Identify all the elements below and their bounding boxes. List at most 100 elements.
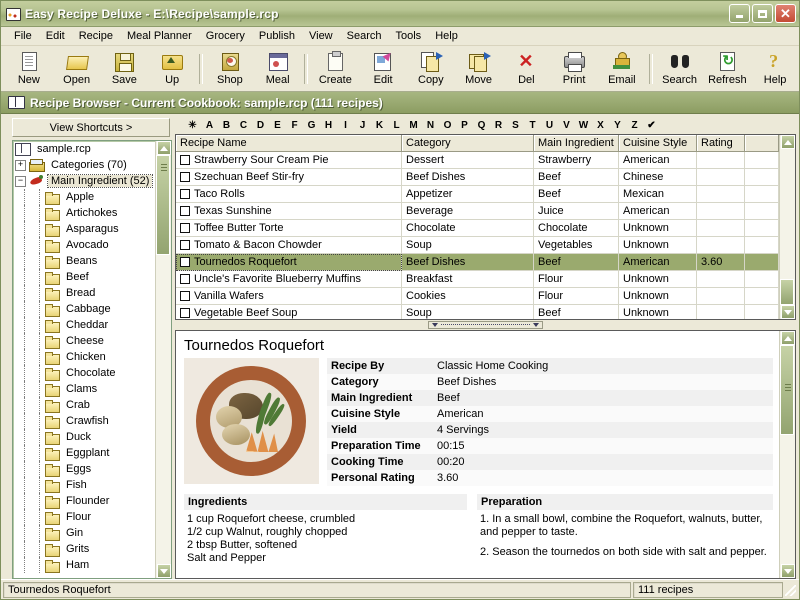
tree-leaf-cheddar[interactable]: Cheddar — [13, 317, 155, 333]
splitter-collapse-up-icon[interactable] — [432, 323, 438, 327]
alpha-filter-c[interactable]: C — [235, 120, 252, 131]
alpha-filter-g[interactable]: G — [303, 120, 320, 131]
table-row[interactable]: Szechuan Beef Stir-fry Beef Dishes Beef Chi… — [176, 169, 779, 186]
table-row[interactable]: Tomato & Bacon Chowder Soup Vegetables Unkn… — [176, 237, 779, 254]
row-checkbox[interactable] — [180, 206, 190, 216]
tree-leaf-crab[interactable]: Crab — [13, 397, 155, 413]
tree-expander[interactable]: − — [15, 175, 26, 187]
grid-column-header-cuisine-style[interactable]: Cuisine Style — [619, 135, 697, 152]
grid-scroll-down-button[interactable] — [780, 305, 795, 319]
menu-edit[interactable]: Edit — [39, 28, 72, 44]
row-checkbox[interactable] — [180, 223, 190, 233]
alpha-filter-l[interactable]: L — [388, 120, 405, 131]
alpha-filter-t[interactable]: T — [524, 120, 541, 131]
table-row[interactable]: Taco Rolls Appetizer Beef Mexican — [176, 186, 779, 203]
table-row[interactable]: Texas Sunshine Beverage Juice American — [176, 203, 779, 220]
alpha-filter-p[interactable]: P — [456, 120, 473, 131]
alpha-filter-a[interactable]: A — [201, 120, 218, 131]
tree-scroll-up-button[interactable] — [156, 141, 171, 155]
alpha-filter-all[interactable]: ✳ — [184, 120, 201, 131]
close-button[interactable]: ✕ — [775, 4, 796, 23]
splitter-handle[interactable] — [428, 321, 543, 329]
tree-leaf-clams[interactable]: Clams — [13, 381, 155, 397]
alpha-filter-w[interactable]: W — [575, 120, 592, 131]
minimize-button[interactable] — [729, 4, 750, 23]
alpha-filter-h[interactable]: H — [320, 120, 337, 131]
alpha-filter-q[interactable]: Q — [473, 120, 490, 131]
alpha-filter-b[interactable]: B — [218, 120, 235, 131]
tree-leaf-chocolate[interactable]: Chocolate — [13, 365, 155, 381]
tree-vertical-scrollbar[interactable] — [155, 141, 171, 578]
row-checkbox[interactable] — [180, 189, 190, 199]
row-checkbox[interactable] — [180, 274, 190, 284]
tree-leaf-cheese[interactable]: Cheese — [13, 333, 155, 349]
tree-leaf-artichokes[interactable]: Artichokes — [13, 205, 155, 221]
row-checkbox[interactable] — [180, 308, 190, 318]
shop-button[interactable]: Shop — [206, 47, 254, 91]
edit-button[interactable]: Edit — [359, 47, 407, 91]
row-checkbox[interactable] — [180, 257, 190, 267]
create-button[interactable]: Create — [311, 47, 359, 91]
email-button[interactable]: Email — [598, 47, 646, 91]
tree-leaf-cabbage[interactable]: Cabbage — [13, 301, 155, 317]
alpha-filter-x[interactable]: X — [592, 120, 609, 131]
tree-scroll-down-button[interactable] — [156, 564, 171, 578]
tree-scroll-thumb[interactable] — [156, 155, 170, 255]
table-row[interactable]: Strawberry Sour Cream Pie Dessert Strawber… — [176, 152, 779, 169]
alpha-filter-s[interactable]: S — [507, 120, 524, 131]
menu-file[interactable]: File — [7, 28, 39, 44]
alpha-filter-f[interactable]: F — [286, 120, 303, 131]
tree-expander[interactable]: + — [15, 159, 26, 171]
tree-node-main-ingredient[interactable]: − Main Ingredient (52) — [13, 173, 155, 189]
view-shortcuts-button[interactable]: View Shortcuts > — [12, 118, 170, 137]
table-row[interactable]: Vegetable Beef Soup Soup Beef Unknown — [176, 305, 779, 319]
alpha-filter-n[interactable]: N — [422, 120, 439, 131]
alpha-filter-u[interactable]: U — [541, 120, 558, 131]
pane-splitter[interactable] — [175, 320, 796, 330]
grid-scroll-up-button[interactable] — [780, 135, 795, 149]
alpha-filter-k[interactable]: K — [371, 120, 388, 131]
menu-view[interactable]: View — [302, 28, 340, 44]
grid-column-header-recipe-name[interactable]: Recipe Name — [176, 135, 402, 152]
menu-recipe[interactable]: Recipe — [72, 28, 120, 44]
row-checkbox[interactable] — [180, 172, 190, 182]
tree-leaf-beans[interactable]: Beans — [13, 253, 155, 269]
tree-scroll-track[interactable] — [156, 155, 171, 564]
table-row[interactable]: Tournedos Roquefort Beef Dishes Beef Americ… — [176, 254, 779, 271]
detail-scroll-track[interactable] — [780, 345, 795, 564]
tree-node-categories[interactable]: + Categories (70) — [13, 157, 155, 173]
del-button[interactable]: ✕ Del — [502, 47, 550, 91]
table-row[interactable]: Vanilla Wafers Cookies Flour Unknown — [176, 288, 779, 305]
menu-tools[interactable]: Tools — [389, 28, 429, 44]
menu-publish[interactable]: Publish — [252, 28, 302, 44]
grid-vertical-scrollbar[interactable] — [779, 135, 795, 319]
splitter-collapse-down-icon[interactable] — [533, 323, 539, 327]
copy-button[interactable]: Copy — [407, 47, 455, 91]
tree-leaf-duck[interactable]: Duck — [13, 429, 155, 445]
resize-grip-icon[interactable] — [783, 583, 797, 597]
tree-leaf-bread[interactable]: Bread — [13, 285, 155, 301]
tree-leaf-fish[interactable]: Fish — [13, 477, 155, 493]
tree-leaf-grits[interactable]: Grits — [13, 541, 155, 557]
row-checkbox[interactable] — [180, 291, 190, 301]
refresh-button[interactable]: Refresh — [703, 47, 751, 91]
grid-column-header-blank[interactable] — [745, 135, 779, 152]
menu-search[interactable]: Search — [340, 28, 389, 44]
alpha-filter-y[interactable]: Y — [609, 120, 626, 131]
detail-vertical-scrollbar[interactable] — [779, 331, 795, 578]
tree-leaf-ham[interactable]: Ham — [13, 557, 155, 573]
alpha-filter-z[interactable]: Z — [626, 120, 643, 131]
move-button[interactable]: Move — [455, 47, 503, 91]
search-button[interactable]: Search — [656, 47, 704, 91]
tree-leaf-eggs[interactable]: Eggs — [13, 461, 155, 477]
table-row[interactable]: Uncle's Favorite Blueberry Muffins Breakf… — [176, 271, 779, 288]
tree-leaf-avocado[interactable]: Avocado — [13, 237, 155, 253]
help-button[interactable]: ? Help — [751, 47, 799, 91]
tree-leaf-flour[interactable]: Flour — [13, 509, 155, 525]
alpha-filter-j[interactable]: J — [354, 120, 371, 131]
grid-column-header-category[interactable]: Category — [402, 135, 534, 152]
alpha-filter-o[interactable]: O — [439, 120, 456, 131]
alpha-filter-d[interactable]: D — [252, 120, 269, 131]
alpha-filter-r[interactable]: R — [490, 120, 507, 131]
tree-root-cookbook[interactable]: sample.rcp — [13, 141, 155, 157]
